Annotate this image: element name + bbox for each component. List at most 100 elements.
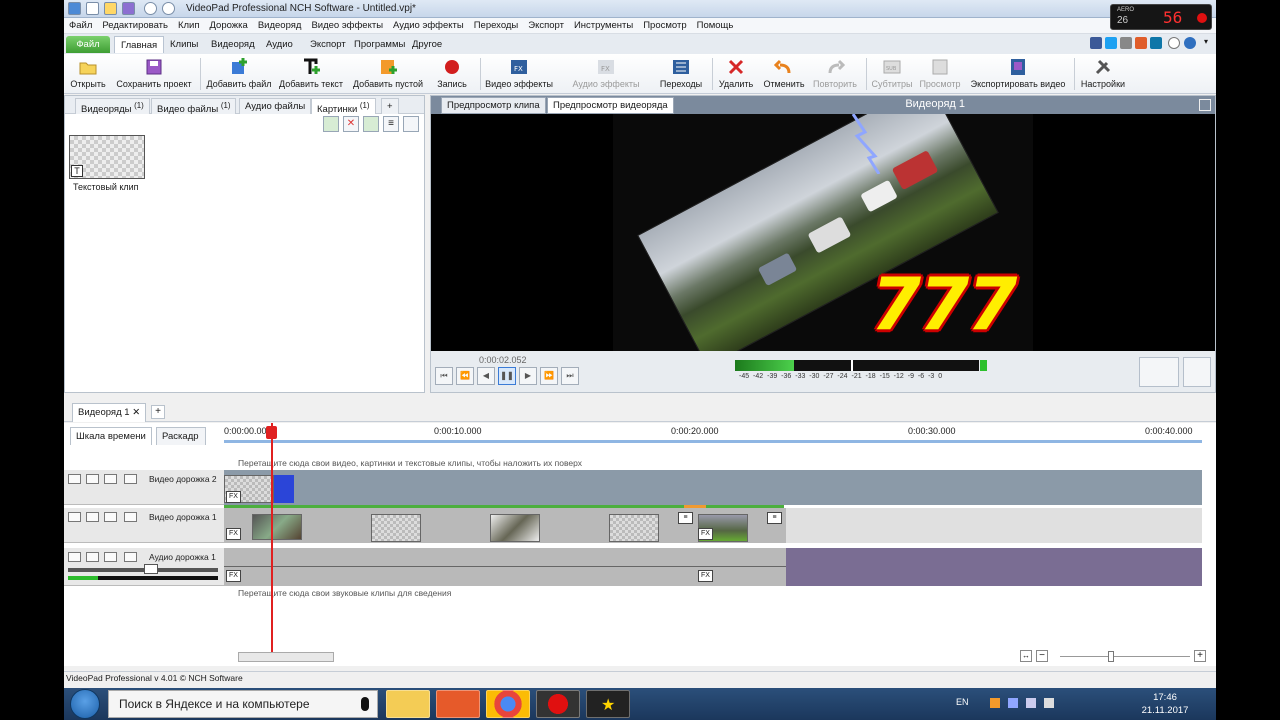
language-indicator[interactable]: EN bbox=[956, 697, 969, 707]
zoom-handle[interactable] bbox=[1108, 651, 1114, 662]
menu-help[interactable]: Помощь bbox=[692, 18, 739, 33]
delete-button[interactable]: Удалить bbox=[716, 56, 756, 92]
tab-sequences[interactable]: Видеоряды (1) bbox=[75, 98, 150, 115]
undo-button[interactable]: Отменить bbox=[762, 56, 806, 92]
fx-icon[interactable]: FX bbox=[226, 491, 241, 503]
tray-icon[interactable] bbox=[1008, 698, 1018, 708]
fx-icon[interactable]: FX bbox=[226, 528, 241, 540]
redo-button[interactable]: Повторить bbox=[810, 56, 860, 92]
menu-tools[interactable]: Инструменты bbox=[569, 18, 638, 33]
time-ruler[interactable]: 0:00:00.000 0:00:10.000 0:00:20.000 0:00… bbox=[224, 423, 1202, 443]
volume-handle[interactable] bbox=[144, 564, 158, 574]
zoom-out-button[interactable]: − bbox=[1036, 650, 1048, 662]
share-icon[interactable] bbox=[1120, 37, 1132, 49]
tab-images[interactable]: Картинки (1) bbox=[311, 98, 376, 115]
add-sequence-button[interactable]: + bbox=[151, 405, 165, 419]
recorder-taskbar-icon[interactable] bbox=[536, 690, 580, 718]
track-lane[interactable]: FX bbox=[224, 470, 1202, 505]
subtitles-button[interactable]: SUB Субтитры bbox=[868, 56, 916, 92]
track-settings-icon[interactable] bbox=[124, 512, 137, 522]
tab-clips[interactable]: Клипы bbox=[164, 36, 204, 53]
tab-export[interactable]: Экспорт bbox=[304, 36, 352, 53]
pause-button[interactable]: ❚❚ bbox=[498, 367, 516, 385]
close-icon[interactable]: ✕ bbox=[132, 407, 140, 418]
eye-icon[interactable] bbox=[86, 474, 99, 484]
explorer-taskbar-icon[interactable] bbox=[386, 690, 430, 718]
track-toggle-icon[interactable] bbox=[68, 552, 81, 562]
track-settings-icon[interactable] bbox=[124, 474, 137, 484]
lock-icon[interactable] bbox=[104, 474, 117, 484]
remove-icon[interactable]: ✕ bbox=[343, 116, 359, 132]
redo-icon[interactable] bbox=[162, 2, 175, 15]
volume-slider[interactable] bbox=[68, 568, 218, 572]
tab-sequence-preview[interactable]: Предпросмотр видеоряда bbox=[547, 97, 674, 114]
tab-audio[interactable]: Аудио bbox=[260, 36, 299, 53]
clock[interactable]: 17:46 21.11.2017 bbox=[1130, 691, 1200, 717]
tab-file[interactable]: Файл bbox=[66, 36, 110, 53]
prev-frame-button[interactable]: ⏪ bbox=[456, 367, 474, 385]
zoom-in-button[interactable]: + bbox=[1194, 650, 1206, 662]
new-icon[interactable] bbox=[86, 2, 99, 15]
start-button[interactable] bbox=[70, 689, 100, 719]
playhead-handle[interactable] bbox=[266, 426, 277, 439]
volume-icon[interactable] bbox=[1044, 698, 1054, 708]
save-icon[interactable] bbox=[122, 2, 135, 15]
facebook-icon[interactable] bbox=[1090, 37, 1102, 49]
go-end-button[interactable]: ⏭ bbox=[561, 367, 579, 385]
go-start-button[interactable]: ⏮ bbox=[435, 367, 453, 385]
horizontal-scrollbar[interactable] bbox=[238, 652, 334, 662]
preview-button[interactable]: Просмотр bbox=[918, 56, 962, 92]
tab-sequence-1[interactable]: Видеоряд 1 ✕ bbox=[72, 403, 147, 422]
tab-sequence[interactable]: Видеоряд bbox=[205, 36, 261, 53]
audio-effects-button[interactable]: FX Аудио эффекты bbox=[564, 56, 648, 92]
speaker-icon[interactable] bbox=[86, 552, 99, 562]
microphone-icon[interactable] bbox=[361, 697, 369, 711]
help-icon[interactable] bbox=[1184, 37, 1196, 49]
video-effects-button[interactable]: FX Видео эффекты bbox=[484, 56, 554, 92]
fx-icon[interactable]: FX bbox=[226, 570, 241, 582]
chevron-down-icon[interactable]: ▾ bbox=[1200, 37, 1212, 49]
add-blank-button[interactable]: Добавить пустой bbox=[350, 56, 426, 92]
menu-video-effects[interactable]: Видео эффекты bbox=[306, 18, 388, 33]
track-settings-icon[interactable] bbox=[124, 552, 137, 562]
chrome-taskbar-icon[interactable] bbox=[486, 690, 530, 718]
lock-icon[interactable] bbox=[104, 552, 117, 562]
menu-audio-effects[interactable]: Аудио эффекты bbox=[388, 18, 469, 33]
menu-track[interactable]: Дорожка bbox=[205, 18, 253, 33]
tab-video-files[interactable]: Видео файлы (1) bbox=[151, 98, 237, 115]
add-bin-button[interactable]: + bbox=[381, 98, 399, 114]
next-frame-button[interactable]: ⏩ bbox=[540, 367, 558, 385]
undo-icon[interactable] bbox=[144, 2, 157, 15]
menu-file[interactable]: Файл bbox=[64, 18, 97, 33]
menu-export[interactable]: Экспорт bbox=[523, 18, 569, 33]
tab-audio-files[interactable]: Аудио файлы bbox=[239, 98, 312, 114]
search-box[interactable]: Поиск в Яндексе и на компьютере bbox=[108, 690, 378, 718]
track-lane[interactable]: FX FX bbox=[224, 548, 1202, 586]
video-canvas[interactable]: 777 bbox=[431, 114, 1215, 351]
menu-view[interactable]: Просмотр bbox=[638, 18, 691, 33]
menu-edit[interactable]: Редактировать bbox=[97, 18, 173, 33]
record-button[interactable]: Запись bbox=[432, 56, 472, 92]
step-forward-button[interactable]: ▶ bbox=[519, 367, 537, 385]
export-video-button[interactable]: Экспортировать видео bbox=[966, 56, 1070, 92]
tab-home[interactable]: Главная bbox=[114, 36, 165, 53]
menu-transitions[interactable]: Переходы bbox=[469, 18, 524, 33]
tab-programs[interactable]: Программы bbox=[348, 36, 411, 53]
tab-other[interactable]: Другое bbox=[406, 36, 448, 53]
fx-icon[interactable]: FX bbox=[698, 570, 713, 582]
list-view-icon[interactable]: ≡ bbox=[383, 116, 399, 132]
tab-timeline[interactable]: Шкала времени bbox=[70, 427, 152, 445]
fx-icon[interactable]: FX bbox=[698, 528, 713, 540]
settings-button[interactable]: Настройки bbox=[1078, 56, 1128, 92]
tray-icon[interactable] bbox=[990, 698, 1000, 708]
track-toggle-icon[interactable] bbox=[68, 474, 81, 484]
add-folder-icon[interactable] bbox=[363, 116, 379, 132]
twitter-icon[interactable] bbox=[1105, 37, 1117, 49]
undock-icon[interactable] bbox=[403, 116, 419, 132]
menu-sequence[interactable]: Видеоряд bbox=[253, 18, 307, 33]
undock-icon[interactable] bbox=[1199, 99, 1211, 111]
zoom-slider[interactable] bbox=[1060, 656, 1190, 657]
network-icon[interactable] bbox=[1026, 698, 1036, 708]
chevron-up-icon[interactable] bbox=[1168, 37, 1180, 49]
track-toggle-icon[interactable] bbox=[68, 512, 81, 522]
